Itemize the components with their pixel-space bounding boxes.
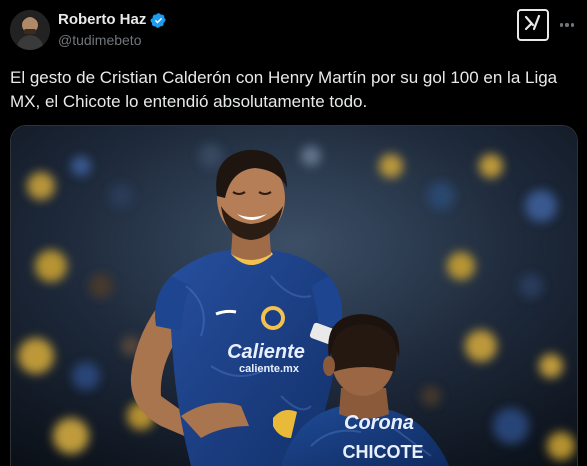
grok-button[interactable] bbox=[517, 9, 549, 41]
more-dot bbox=[570, 23, 575, 27]
author-handle[interactable]: @tudimebeto bbox=[58, 32, 141, 49]
more-options-button[interactable] bbox=[556, 14, 578, 36]
author-avatar[interactable] bbox=[10, 10, 50, 50]
grok-icon bbox=[523, 13, 543, 38]
jersey-sponsor: Caliente bbox=[227, 341, 305, 363]
author-display-name[interactable]: Roberto Haz bbox=[58, 11, 146, 29]
more-dot bbox=[565, 23, 569, 27]
jersey-sponsor-sub: caliente.mx bbox=[239, 363, 300, 375]
tweet-photo[interactable]: Caliente caliente.mx Corona CHICOTE bbox=[10, 125, 578, 466]
jersey-back-name: CHICOTE bbox=[343, 442, 424, 462]
more-dots-icon bbox=[559, 23, 564, 27]
tweet-text: El gesto de Cristian Calderón con Henry … bbox=[10, 68, 558, 111]
verified-badge-icon bbox=[150, 12, 167, 29]
tweet-card: Roberto Haz @tudimebeto El gesto de Cris… bbox=[0, 0, 587, 466]
author-name-row: Roberto Haz bbox=[58, 11, 167, 29]
jersey-back-sponsor: Corona bbox=[344, 412, 414, 434]
